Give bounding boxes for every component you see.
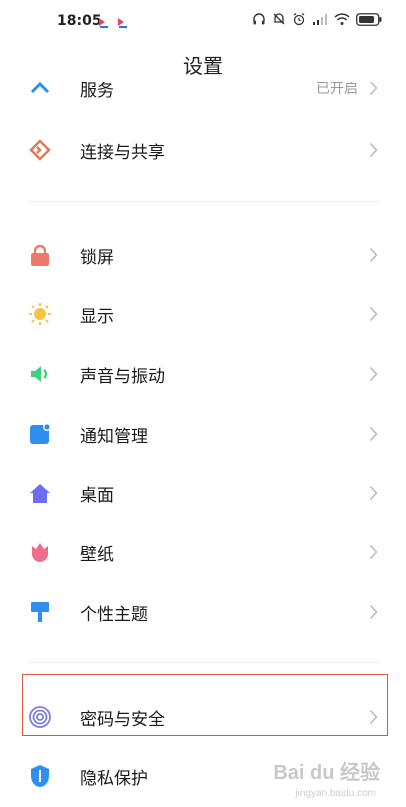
chevron-right-icon: [369, 306, 378, 322]
status-time: 18:05: [57, 13, 102, 29]
speaker-icon: [28, 362, 52, 386]
chevron-right-icon: [369, 485, 378, 501]
chevron-right-icon: [369, 366, 378, 382]
partial-item-icon: [28, 82, 52, 104]
settings-item-notifications[interactable]: 通知管理: [0, 404, 406, 462]
settings-item-password-security[interactable]: 密码与安全: [0, 687, 406, 745]
watermark-logo: Bai du 经验: [273, 762, 380, 784]
settings-item-partial[interactable]: 服务 已开启: [0, 82, 406, 104]
cellular-signal-icon: [312, 12, 328, 26]
settings-item-label: 密码与安全: [80, 710, 165, 730]
settings-item-label: 连接与共享: [80, 143, 165, 163]
settings-item-label: 通知管理: [80, 427, 148, 447]
settings-item-desktop[interactable]: 桌面: [0, 463, 406, 521]
settings-item-label: 锁屏: [80, 248, 114, 268]
settings-item-label: 个性主题: [80, 605, 148, 625]
chevron-right-icon: [369, 142, 378, 158]
app-notification-icon: [97, 14, 110, 28]
partial-item-label: 服务: [80, 82, 114, 101]
lock-icon: [28, 243, 52, 267]
chevron-right-icon: [369, 247, 378, 263]
alarm-icon: [292, 12, 306, 26]
settings-item-label: 声音与振动: [80, 367, 165, 387]
chevron-right-icon: [369, 709, 378, 725]
chevron-right-icon: [369, 604, 378, 620]
settings-item-lock-screen[interactable]: 锁屏: [0, 225, 406, 283]
home-icon: [28, 481, 52, 505]
tulip-icon: [28, 540, 52, 564]
settings-item-sound-vibration[interactable]: 声音与振动: [0, 344, 406, 402]
sun-icon: [28, 302, 52, 326]
headphone-icon: [252, 12, 266, 26]
mute-bell-icon: [272, 12, 286, 26]
settings-item-label: 显示: [80, 307, 114, 327]
wifi-icon: [334, 12, 350, 26]
settings-item-connection-sharing[interactable]: 连接与共享: [0, 120, 406, 178]
settings-item-themes[interactable]: 个性主题: [0, 582, 406, 640]
battery-icon: [356, 12, 382, 26]
shield-icon: [28, 764, 52, 788]
settings-item-wallpaper[interactable]: 壁纸: [0, 522, 406, 580]
section-divider: [28, 201, 378, 202]
app-notification-icon: [116, 14, 129, 28]
chevron-right-icon: [369, 544, 378, 560]
fingerprint-icon: [28, 705, 52, 729]
chevron-right-icon: [369, 426, 378, 442]
chevron-right-icon: [369, 82, 378, 96]
brush-icon: [28, 600, 52, 624]
notification-icon: [28, 422, 52, 446]
share-icon: [28, 138, 52, 162]
status-bar: 18:05: [0, 0, 406, 44]
settings-item-label: 隐私保护: [80, 769, 148, 789]
settings-item-label: 壁纸: [80, 545, 114, 565]
settings-item-label: 桌面: [80, 486, 114, 506]
section-divider: [28, 662, 378, 663]
partial-item-value: 已开启: [316, 82, 358, 97]
settings-item-display[interactable]: 显示: [0, 284, 406, 342]
watermark-url: jingyan.baidu.com: [295, 788, 376, 799]
page-title: 设置: [183, 54, 223, 78]
